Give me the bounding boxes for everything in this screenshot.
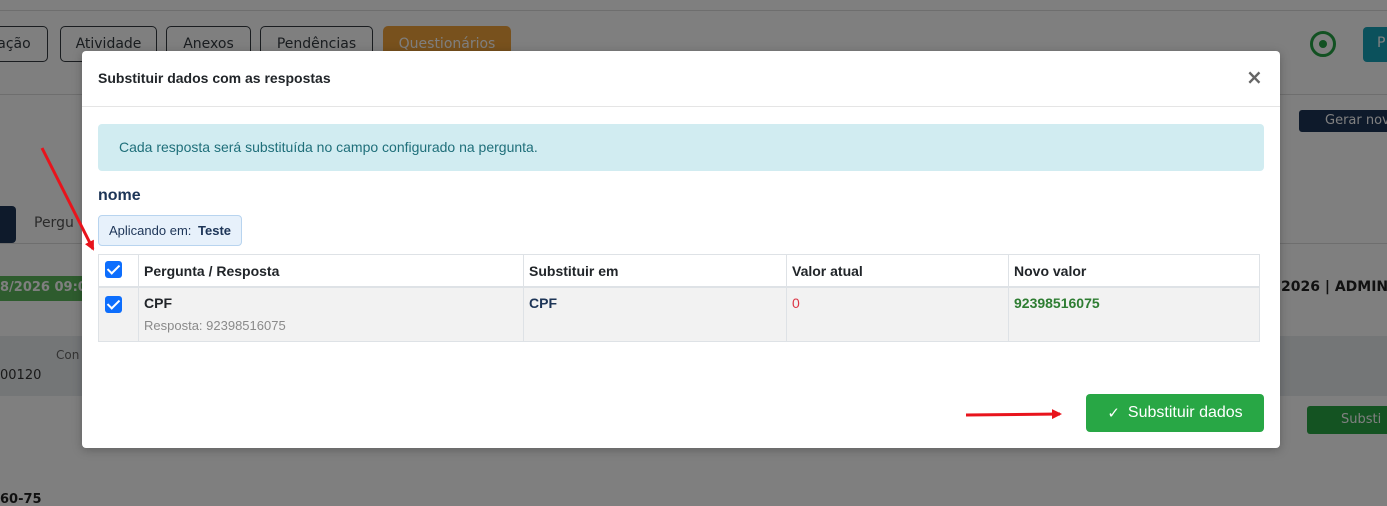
table-row: CPF Resposta: 92398516075 CPF 0 92398516…: [99, 288, 1259, 341]
header-current-value: Valor atual: [792, 263, 863, 279]
section-name: nome: [98, 187, 141, 204]
column-divider: [138, 255, 139, 341]
row-answer: Resposta: 92398516075: [144, 318, 286, 333]
column-divider: [523, 255, 524, 341]
close-icon[interactable]: ×: [1246, 67, 1263, 87]
modal-header: Substituir dados com as respostas ×: [82, 51, 1280, 107]
check-icon: ✓: [1107, 405, 1120, 422]
table-header: Pergunta / Resposta Substituir em Valor …: [99, 255, 1259, 288]
column-divider: [786, 255, 787, 341]
applying-value: Teste: [198, 223, 232, 238]
modal-title: Substituir dados com as respostas: [98, 70, 331, 86]
applying-badge: Aplicando em: Teste: [98, 215, 243, 246]
header-new-value: Novo valor: [1014, 263, 1087, 279]
applying-label: Aplicando em:: [109, 223, 192, 238]
replace-data-modal: Substituir dados com as respostas × Cada…: [82, 51, 1280, 448]
row-checkbox[interactable]: [105, 296, 122, 313]
column-divider: [1008, 255, 1009, 341]
row-question: CPF: [144, 295, 172, 311]
info-alert: Cada resposta será substituída no campo …: [98, 124, 1264, 171]
select-all-checkbox[interactable]: [105, 261, 122, 278]
submit-label: Substituir dados: [1127, 404, 1243, 421]
answers-table: Pergunta / Resposta Substituir em Valor …: [98, 254, 1260, 342]
row-replace-in: CPF: [529, 295, 557, 311]
header-question: Pergunta / Resposta: [144, 263, 280, 279]
row-current-value: 0: [792, 295, 800, 311]
header-replace-in: Substituir em: [529, 263, 619, 279]
substituir-dados-button[interactable]: ✓ Substituir dados: [1086, 394, 1264, 432]
row-new-value: 92398516075: [1014, 295, 1100, 311]
